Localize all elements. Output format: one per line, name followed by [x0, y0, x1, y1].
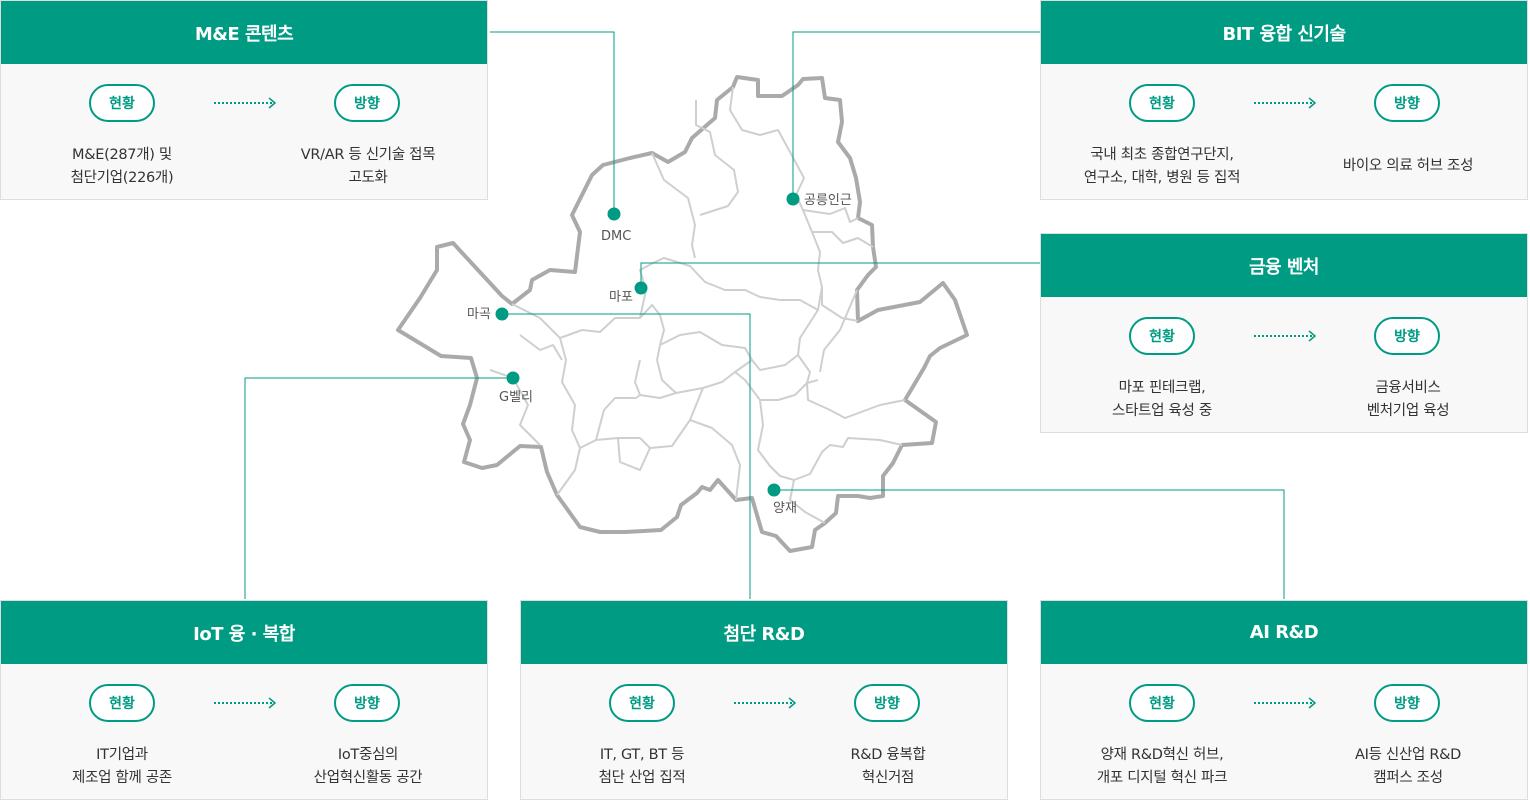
direction-badge: 방향: [334, 684, 400, 722]
current-description: 마포 핀테크랩, 스타트업 육성 중: [1112, 380, 1212, 419]
label-dmc: DMC: [601, 229, 631, 244]
current-description: IT기업과 제조업 함께 공존: [72, 747, 172, 786]
current-description: 국내 최초 종합연구단지, 연구소, 대학, 병원 등 집적: [1083, 147, 1241, 186]
current-badge: 현황: [89, 684, 155, 722]
card-title: AI R&D: [1041, 601, 1527, 664]
marker-hongneung: [786, 192, 800, 206]
label-yangjae: 양재: [773, 501, 797, 516]
direction-badge: 방향: [854, 684, 920, 722]
direction-description: IoT중심의 산업혁신활동 공간: [313, 747, 423, 786]
marker-gvalley: [506, 371, 520, 385]
dotted-arrow-icon: [214, 97, 277, 109]
current-badge: 현황: [1129, 684, 1195, 722]
card-ai-rnd: AI R&D 현황 방향 양재 R&D혁신 허브, 개포 디지털 혁신 파크 AI…: [1040, 600, 1528, 800]
marker-dmc: [607, 207, 621, 221]
direction-badge: 방향: [1374, 317, 1440, 355]
dotted-arrow-icon: [1254, 697, 1317, 709]
card-finance-venture: 금융 벤처 현황 방향 마포 핀테크랩, 스타트업 육성 중 금융서비스 벤처기업 …: [1040, 233, 1528, 433]
direction-description: 금융서비스 벤처기업 육성: [1366, 380, 1450, 419]
label-magok: 마곡: [467, 307, 491, 322]
current-description: 양재 R&D혁신 허브, 개포 디지털 혁신 파크: [1096, 747, 1228, 786]
current-description: M&E(287개) 및 첨단기업(226개): [70, 147, 174, 186]
dotted-arrow-icon: [734, 697, 797, 709]
direction-description: R&D 융복합 혁신거점: [850, 747, 926, 786]
label-mapo: 마포: [609, 290, 633, 305]
direction-badge: 방향: [1374, 684, 1440, 722]
connector-ai: [774, 489, 1285, 599]
dotted-arrow-icon: [1254, 330, 1317, 342]
card-title: BIT 융합 신기술: [1041, 1, 1527, 64]
card-iot-convergence: IoT 융 · 복합 현황 방향 IT기업과 제조업 함께 공존 IoT중심의 산업…: [0, 600, 488, 800]
label-hongneung: 공릉인근: [804, 193, 852, 208]
current-badge: 현황: [1129, 84, 1195, 122]
card-title: 첨단 R&D: [521, 601, 1007, 664]
direction-badge: 방향: [1374, 84, 1440, 122]
direction-description: AI등 신산업 R&D 캠퍼스 조성: [1354, 747, 1462, 786]
marker-magok: [495, 307, 509, 321]
card-advanced-rnd: 첨단 R&D 현황 방향 IT, GT, BT 등 첨단 산업 집적 R&D 융복…: [520, 600, 1008, 800]
card-me-content: M&E 콘텐츠 현황 방향 M&E(287개) 및 첨단기업(226개) VR/A…: [0, 0, 488, 200]
marker-mapo: [634, 281, 648, 295]
current-badge: 현황: [89, 84, 155, 122]
card-title: 금융 벤처: [1041, 234, 1527, 297]
dotted-arrow-icon: [1254, 97, 1317, 109]
card-bit-convergence: BIT 융합 신기술 현황 방향 국내 최초 종합연구단지, 연구소, 대학, 병…: [1040, 0, 1528, 200]
current-badge: 현황: [609, 684, 675, 722]
direction-badge: 방향: [334, 84, 400, 122]
current-description: IT, GT, BT 등 첨단 산업 집적: [598, 747, 686, 786]
marker-yangjae: [767, 483, 781, 497]
current-badge: 현황: [1129, 317, 1195, 355]
card-title: M&E 콘텐츠: [1, 1, 487, 64]
direction-description: 바이오 의료 허브 조성: [1342, 158, 1474, 174]
dotted-arrow-icon: [214, 697, 277, 709]
direction-description: VR/AR 등 신기술 접목 고도화: [300, 147, 436, 186]
label-gvalley: G벨리: [499, 390, 533, 405]
card-title: IoT 융 · 복합: [1, 601, 487, 664]
